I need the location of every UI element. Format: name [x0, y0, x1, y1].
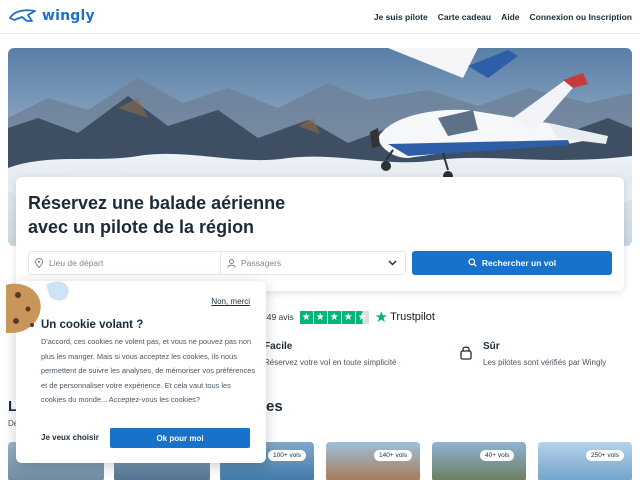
destination-card[interactable]: 140+ vols — [326, 442, 420, 480]
feature-easy-text: Réservez votre vol en toute simplicité — [264, 358, 397, 367]
search-button[interactable]: Rechercher un vol — [412, 251, 612, 275]
section-title-end: es — [266, 398, 283, 415]
person-icon — [221, 258, 241, 268]
flights-count-badge: 250+ vols — [586, 450, 625, 461]
decline-cookies-link[interactable]: Non, merci — [211, 297, 250, 306]
choose-cookies-button[interactable]: Je veux choisir — [41, 433, 99, 442]
plane-logo-icon — [9, 9, 36, 22]
half-star-icon: ★ — [355, 310, 369, 324]
feature-safe-title: Sûr — [483, 341, 500, 352]
flights-count-badge: 40+ vols — [480, 450, 515, 461]
passengers-select[interactable]: Passagers — [220, 251, 406, 275]
feature-easy-title: Facile — [264, 341, 293, 352]
passengers-label: Passagers — [241, 258, 282, 268]
trustpilot-logo: ★ Trustpilot — [375, 308, 435, 326]
main-nav: Je suis pilote Carte cadeau Aide Connexi… — [374, 12, 632, 22]
nav-pilot[interactable]: Je suis pilote — [374, 12, 428, 22]
star-icon: ★ — [341, 310, 355, 324]
feature-easy: Facile Réservez votre vol en toute simpl… — [264, 341, 397, 367]
departure-field[interactable] — [28, 251, 224, 275]
top-header: wingly Je suis pilote Carte cadeau Aide … — [0, 0, 640, 34]
cookie-title: Un cookie volant ? — [41, 319, 144, 331]
cookie-icon — [6, 277, 76, 342]
star-icon: ★ — [299, 310, 313, 324]
nav-help[interactable]: Aide — [501, 12, 519, 22]
search-icon — [468, 257, 477, 269]
trustpilot-rating[interactable]: 349 avis ★ ★ ★ ★ ★ ★ Trustpilot — [262, 308, 435, 326]
hero-title-line1: Réservez une balade aérienne — [28, 193, 286, 213]
wingly-logo[interactable]: wingly — [8, 7, 95, 25]
trustpilot-star-icon: ★ — [374, 309, 389, 326]
cookie-consent-dialog: Non, merci Un cookie volant ? D'accord, … — [6, 281, 266, 463]
search-card: Réservez une balade aérienne avec un pil… — [16, 177, 624, 291]
location-pin-icon — [29, 258, 49, 268]
star-icon: ★ — [327, 310, 341, 324]
nav-gift-card[interactable]: Carte cadeau — [438, 12, 491, 22]
departure-input[interactable] — [49, 258, 199, 268]
star-icon: ★ — [313, 310, 327, 324]
trustpilot-brand: Trustpilot — [390, 311, 435, 323]
flights-count-badge: 140+ vols — [374, 450, 413, 461]
flights-count-badge: 100+ vols — [268, 450, 307, 461]
nav-login[interactable]: Connexion ou Inscription — [530, 12, 632, 22]
accept-cookies-button[interactable]: Ok pour moi — [110, 428, 250, 448]
destination-card[interactable]: 40+ vols — [432, 442, 526, 480]
reviews-count: 349 avis — [262, 312, 294, 322]
rating-stars: ★ ★ ★ ★ ★ — [299, 310, 369, 324]
hero-title: Réservez une balade aérienne avec un pil… — [28, 191, 368, 239]
feature-safe: Sûr Les pilotes sont vérifiés par Wingly — [483, 341, 606, 367]
brand-name: wingly — [42, 8, 95, 24]
feature-safe-text: Les pilotes sont vérifiés par Wingly — [483, 358, 607, 367]
chevron-down-icon — [388, 258, 397, 268]
hero-title-line2: avec un pilote de la région — [28, 217, 255, 237]
search-button-label: Rechercher un vol — [481, 258, 557, 268]
lock-icon — [460, 345, 472, 365]
cookie-description: D'accord, ces cookies ne volent pas, et … — [41, 337, 256, 404]
destination-card[interactable]: 250+ vols — [538, 442, 632, 480]
